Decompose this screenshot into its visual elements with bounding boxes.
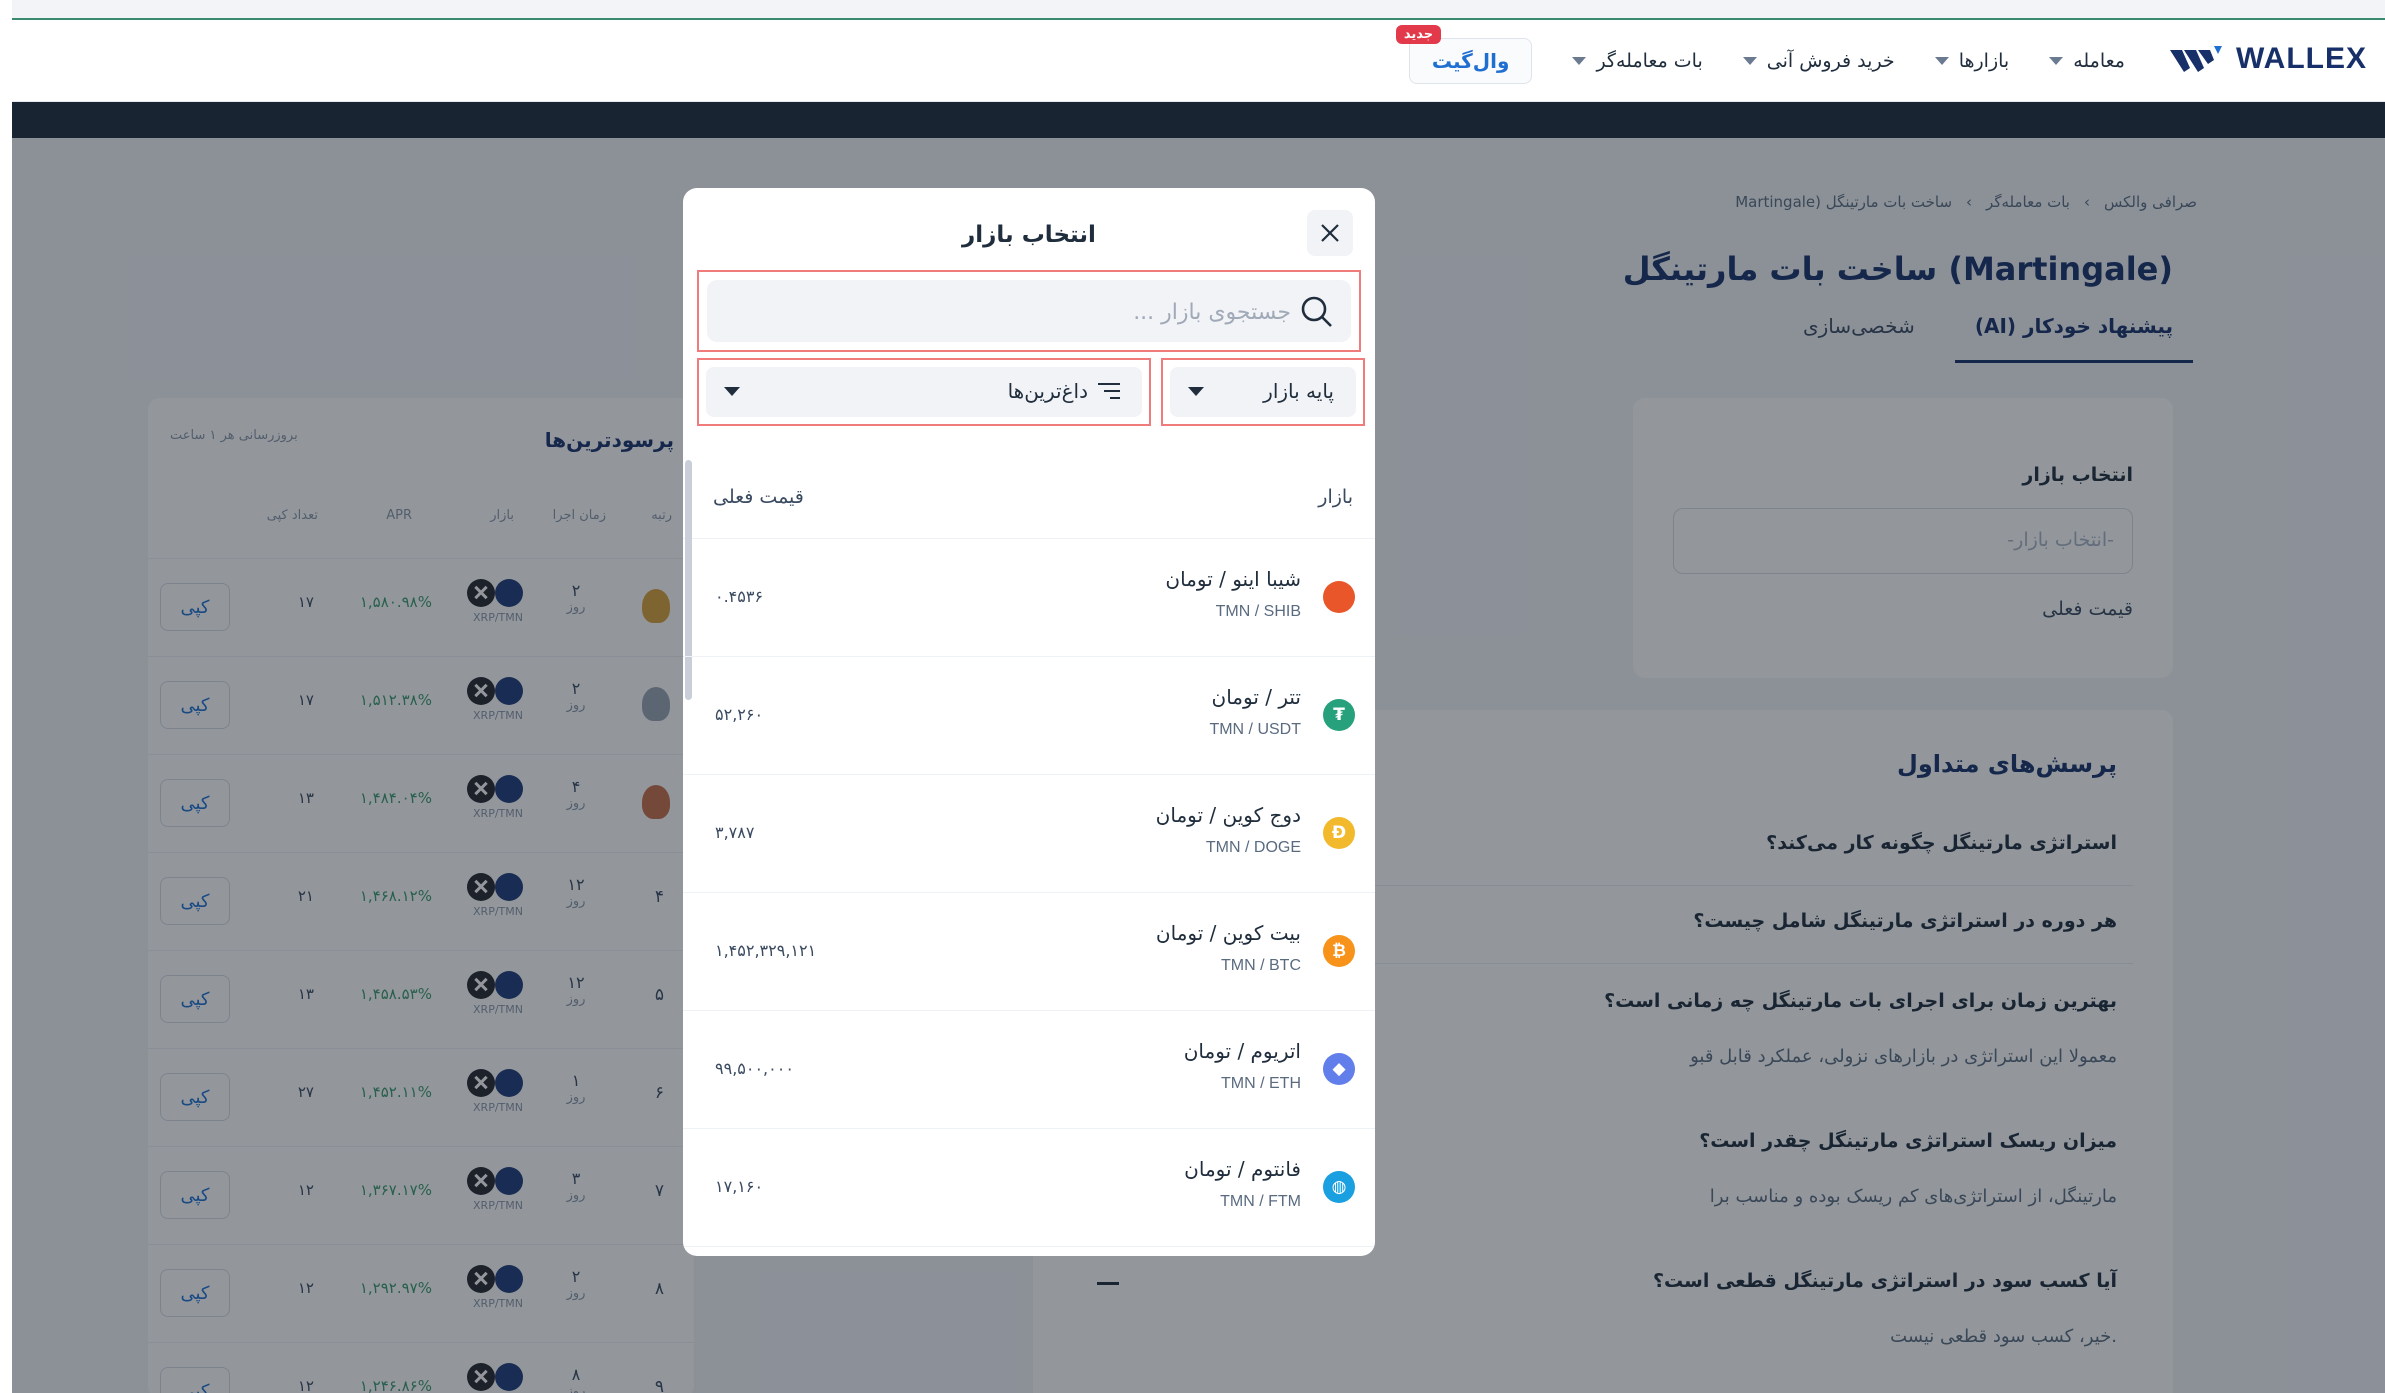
wallex-logo-icon	[2170, 46, 2222, 72]
nav-trade[interactable]: معامله	[2049, 50, 2125, 72]
market-pair: TMN / BTC	[1221, 957, 1301, 974]
base-market-filter-highlight: پایه بازار	[1161, 358, 1365, 426]
base-market-dropdown[interactable]: پایه بازار	[1170, 367, 1356, 417]
chevron-down-icon	[1934, 57, 1949, 65]
chevron-down-icon	[1572, 57, 1587, 65]
wallgate-label: وال‌گیت	[1431, 49, 1510, 73]
nav-instant-buy-sell[interactable]: خرید فروش آنی	[1742, 50, 1895, 72]
market-select-modal: انتخاب بازار پایه بازار	[683, 188, 1375, 1256]
sort-label: داغ‌ترین‌ها	[1007, 379, 1088, 403]
search-input[interactable]	[731, 292, 1291, 332]
nav-label: معامله	[2073, 50, 2125, 72]
market-row[interactable]: ◍ فانتوم / تومان TMN / FTM ۱۷,۱۶۰	[683, 1129, 1375, 1247]
chevron-down-icon	[1742, 57, 1757, 65]
tether-icon: ₮	[1323, 699, 1355, 731]
chevron-down-icon	[724, 387, 740, 396]
nav-markets[interactable]: بازارها	[1934, 50, 2010, 72]
ethereum-icon: ◆	[1323, 1053, 1355, 1085]
nav-label: بازارها	[1958, 50, 2010, 72]
market-row[interactable]: Ð دوج کوین / تومان TMN / DOGE ۳,۷۸۷	[683, 775, 1375, 893]
wallex-logo[interactable]: WALLEX	[2170, 42, 2367, 76]
market-price: ۵۲,۲۶۰	[715, 705, 764, 724]
market-pair: TMN / USDT	[1209, 721, 1301, 738]
market-name: اتریوم / تومان	[1183, 1039, 1301, 1063]
market-price: ۰.۴۵۳۶	[715, 587, 764, 606]
sort-filter-highlight: داغ‌ترین‌ها	[697, 358, 1151, 426]
main-nav: معامله بازارها خرید فروش آنی بات معامله‌…	[1395, 20, 2125, 102]
new-badge: جدید	[1395, 25, 1442, 44]
modal-title: انتخاب بازار	[962, 222, 1096, 248]
nav-label: بات معامله‌گر	[1596, 50, 1703, 72]
market-pair: TMN / SHIB	[1215, 603, 1301, 620]
col-market-header: بازار	[1318, 486, 1353, 508]
market-pair: TMN / DOGE	[1205, 839, 1301, 856]
close-icon	[1321, 224, 1339, 242]
search-highlight	[697, 270, 1361, 352]
market-row[interactable]: ◆ اتریوم / تومان TMN / ETH ۹۹,۵۰۰,۰۰۰	[683, 1011, 1375, 1129]
base-market-label: پایه بازار	[1263, 379, 1334, 403]
market-name: بیت کوین / تومان	[1155, 921, 1301, 945]
market-price: ۱,۴۵۲,۳۲۹,۱۲۱	[715, 941, 817, 960]
search-icon	[1301, 296, 1332, 327]
top-header: WALLEX معامله بازارها خرید فروش آنی بات …	[12, 20, 2385, 102]
search-box	[707, 280, 1351, 342]
chevron-down-icon	[1188, 387, 1204, 396]
market-row[interactable]: ₿ بیت کوین / تومان TMN / BTC ۱,۴۵۲,۳۲۹,۱۲۱	[683, 893, 1375, 1011]
market-price: ۳,۷۸۷	[715, 823, 755, 842]
logo-text: WALLEX	[2236, 42, 2367, 75]
shib-icon	[1323, 581, 1355, 613]
close-button[interactable]	[1307, 210, 1353, 256]
nav-label: خرید فروش آنی	[1766, 50, 1895, 72]
col-price-header: قیمت فعلی	[713, 486, 804, 508]
fantom-icon: ◍	[1323, 1171, 1355, 1203]
market-name: تتر / تومان	[1211, 685, 1301, 709]
bitcoin-icon: ₿	[1323, 935, 1355, 967]
sort-icon	[1098, 383, 1120, 399]
chevron-down-icon	[2049, 57, 2064, 65]
nav-trading-bot[interactable]: بات معامله‌گر	[1572, 50, 1703, 72]
market-pair: TMN / FTM	[1220, 1193, 1301, 1210]
sort-label-wrap: داغ‌ترین‌ها	[1008, 379, 1120, 403]
market-row[interactable]: ₮ تتر / تومان TMN / USDT ۵۲,۲۶۰	[683, 657, 1375, 775]
app-frame: WALLEX معامله بازارها خرید فروش آنی بات …	[12, 0, 2385, 1393]
market-name: دوج کوین / تومان	[1155, 803, 1301, 827]
market-pair: TMN / ETH	[1221, 1075, 1301, 1092]
market-row[interactable]: شیبا اینو / تومان TMN / SHIB ۰.۴۵۳۶	[683, 539, 1375, 657]
market-name: شیبا اینو / تومان	[1165, 567, 1301, 591]
market-name: فانتوم / تومان	[1184, 1157, 1301, 1181]
wallgate-button[interactable]: وال‌گیت جدید	[1395, 25, 1533, 84]
sort-dropdown[interactable]: داغ‌ترین‌ها	[706, 367, 1142, 417]
doge-icon: Ð	[1323, 817, 1355, 849]
market-price: ۹۹,۵۰۰,۰۰۰	[715, 1059, 794, 1078]
market-price: ۱۷,۱۶۰	[715, 1177, 764, 1196]
